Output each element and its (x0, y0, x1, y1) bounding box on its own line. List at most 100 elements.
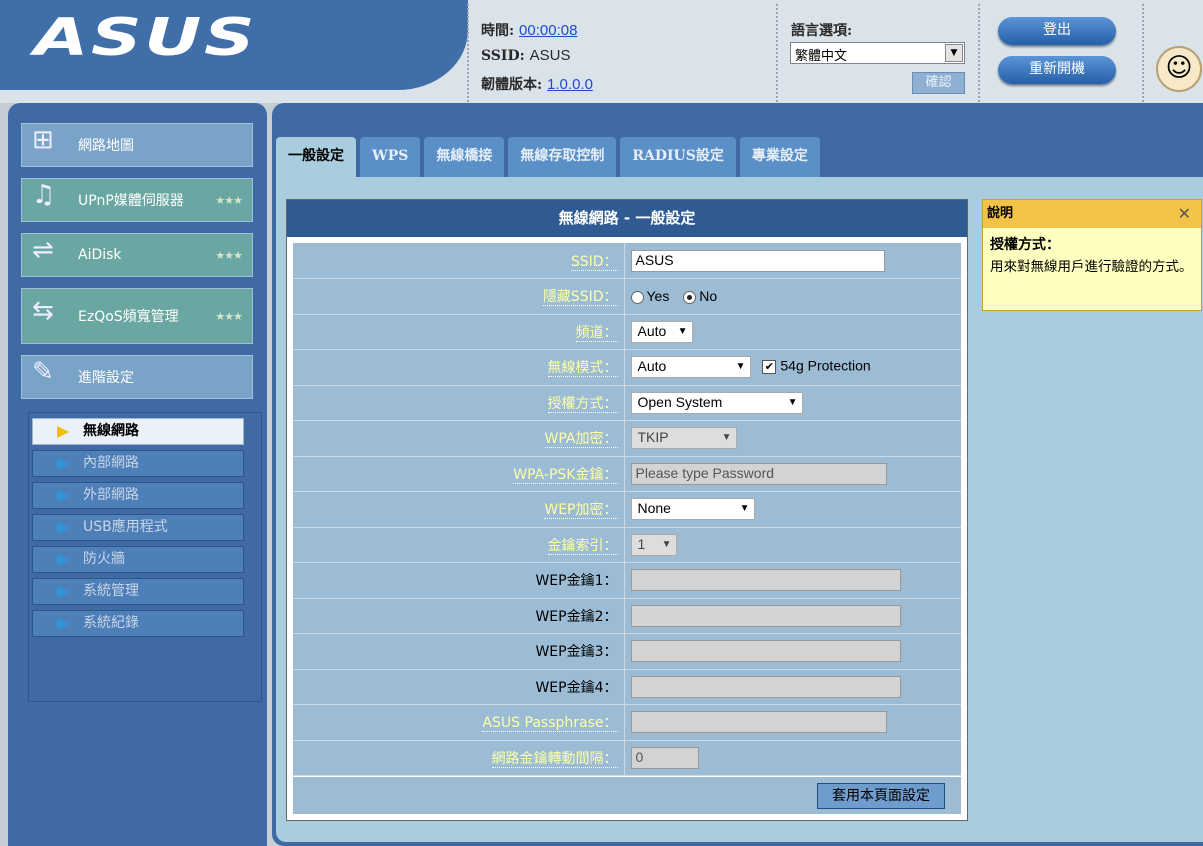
star-rating-icon: ★★★ (215, 309, 243, 323)
passphrase-input[interactable] (630, 711, 887, 734)
divider (776, 4, 778, 102)
key-rotation-input[interactable]: 0 (630, 746, 699, 769)
submenu-label: 內部網路 (83, 455, 139, 471)
submenu-item-wireless[interactable]: 無線網路 (32, 418, 244, 445)
wep-key3-input[interactable] (630, 640, 901, 663)
star-rating-icon: ★★★ (215, 193, 243, 207)
sidebar-item-label: AiDisk (78, 247, 122, 263)
submenu-item-wan[interactable]: 外部網路 (32, 482, 244, 509)
form-row: WEP金鑰2： (293, 598, 961, 634)
language-label: 語言選項: (791, 23, 853, 39)
triangle-right-icon (57, 618, 69, 630)
hide-ssid-no-radio[interactable] (683, 291, 697, 305)
submenu-item-log[interactable]: 系統紀錄 (32, 610, 244, 637)
tab-wps[interactable]: WPS (360, 137, 421, 177)
form-row: 網路金鑰轉動間隔： 0 (293, 740, 961, 776)
wpa-encryption-select[interactable]: TKIP ▼ (630, 427, 737, 450)
time-value[interactable]: 00:00:08 (519, 22, 577, 39)
sidebar-item-label: 網路地圖 (78, 138, 134, 154)
key-index-value: 1 (637, 535, 646, 552)
triangle-right-icon (57, 490, 69, 502)
hide-ssid-yes-label: Yes (646, 288, 670, 305)
channel-select[interactable]: Auto ▼ (630, 320, 693, 343)
passphrase-label[interactable]: ASUS Passphrase： (482, 715, 618, 733)
ssid-label[interactable]: SSID： (570, 253, 618, 271)
wireless-mode-select[interactable]: Auto ▼ (630, 356, 751, 379)
firmware-value[interactable]: 1.0.0.0 (547, 76, 593, 93)
wep-key4-input[interactable] (630, 675, 901, 698)
sidebar-item-label: EzQoS頻寬管理 (78, 309, 179, 325)
form-row: 金鑰索引： 1 ▼ (293, 527, 961, 563)
reboot-button[interactable]: 重新開機 (998, 56, 1116, 84)
advanced-submenu: 無線網路 內部網路 外部網路 USB應用程式 防火牆 系統管理 系統紀錄 (28, 412, 262, 702)
firmware-label: 韌體版本: (481, 77, 543, 93)
main-area: 一般設定 WPS 無線橋接 無線存取控制 RADIUS設定 專業設定 無線網路 … (272, 103, 1203, 846)
wep-key1-label: WEP金鑰1： (535, 573, 618, 590)
hide-ssid-no-label: No (699, 288, 718, 305)
form-row: WEP金鑰4： (293, 669, 961, 705)
tab-radius[interactable]: RADIUS設定 (620, 137, 736, 177)
hide-ssid-label[interactable]: 隱藏SSID： (542, 289, 618, 307)
language-confirm-button[interactable]: 確認 (912, 72, 965, 94)
apply-row: 套用本頁面設定 (293, 777, 961, 814)
wep-key1-input[interactable] (630, 569, 901, 592)
submenu-label: 外部網路 (83, 487, 139, 503)
sidebar-item-advanced[interactable]: ✎ 進階設定 (21, 355, 253, 399)
key-rotation-label[interactable]: 網路金鑰轉動間隔： (491, 750, 618, 768)
wep-key2-input[interactable] (630, 604, 901, 627)
help-body: 授權方式： 用來對無線用戶進行驗證的方式。 (983, 228, 1201, 284)
asus-logo: ASUS (34, 8, 258, 68)
form-row: WPA-PSK金鑰： Please type Password (293, 456, 961, 492)
wep-encryption-select[interactable]: None ▼ (630, 498, 755, 521)
form-row: SSID： ASUS (293, 243, 961, 279)
submenu-item-lan[interactable]: 內部網路 (32, 450, 244, 477)
form-row: WEP加密： None ▼ (293, 491, 961, 528)
panel-title: 無線網路 - 一般設定 (287, 200, 967, 237)
wpa-encryption-label[interactable]: WPA加密： (544, 431, 618, 449)
divider (467, 4, 469, 102)
sidebar-item-upnp[interactable]: ♫ UPnP媒體伺服器 ★★★ (21, 178, 253, 222)
key-index-label[interactable]: 金鑰索引： (547, 537, 618, 555)
wep-encryption-label[interactable]: WEP加密： (544, 502, 618, 520)
submenu-item-firewall[interactable]: 防火牆 (32, 546, 244, 573)
network-map-icon: ⊞ (32, 125, 54, 155)
wpa-psk-input[interactable]: Please type Password (630, 462, 887, 485)
divider (1142, 4, 1144, 102)
close-icon[interactable]: ✕ (1178, 200, 1191, 228)
tab-access-control[interactable]: 無線存取控制 (508, 137, 617, 177)
submenu-label: 系統管理 (83, 583, 139, 599)
auth-method-select[interactable]: Open System ▼ (630, 391, 803, 414)
key-index-select[interactable]: 1 ▼ (630, 533, 677, 556)
submenu-label: USB應用程式 (83, 519, 168, 535)
ssid-input[interactable]: ASUS (630, 249, 885, 272)
help-heading: 授權方式： (990, 237, 1060, 253)
auth-method-label[interactable]: 授權方式： (547, 395, 618, 413)
wireless-mode-label[interactable]: 無線模式： (547, 360, 618, 378)
ssid-value: ASUS (529, 47, 571, 64)
submenu-item-usb[interactable]: USB應用程式 (32, 514, 244, 541)
protection-checkbox[interactable]: ✔ (762, 360, 777, 375)
tab-professional[interactable]: 專業設定 (739, 137, 820, 177)
sidebar-item-label: 進階設定 (78, 370, 134, 386)
sidebar-item-network-map[interactable]: ⊞ 網路地圖 (21, 123, 253, 167)
form-row: 授權方式： Open System ▼ (293, 385, 961, 421)
wep-key2-label: WEP金鑰2： (535, 608, 618, 625)
tab-bridge[interactable]: 無線橋接 (424, 137, 505, 177)
wep-key4-label: WEP金鑰4： (535, 679, 618, 696)
apply-button[interactable]: 套用本頁面設定 (817, 783, 945, 809)
sidebar-item-aidisk[interactable]: ⇌ AiDisk ★★★ (21, 233, 253, 277)
tab-general[interactable]: 一般設定 (276, 137, 356, 177)
triangle-right-icon (57, 586, 69, 598)
language-select[interactable]: 繁體中文 ▼ (790, 42, 965, 64)
help-title: 說明 (987, 206, 1014, 221)
dropdown-arrow-icon: ▼ (721, 432, 732, 444)
channel-label[interactable]: 頻道： (575, 324, 618, 342)
wireless-mode-value: Auto (637, 358, 667, 375)
help-text: 用來對無線用戶進行驗證的方式。 (990, 259, 1193, 275)
submenu-label: 系統紀錄 (83, 615, 139, 631)
hide-ssid-yes-radio[interactable] (630, 291, 644, 305)
logout-button[interactable]: 登出 (998, 17, 1116, 45)
wpa-psk-label[interactable]: WPA-PSK金鑰： (513, 466, 618, 484)
submenu-item-admin[interactable]: 系統管理 (32, 578, 244, 605)
sidebar-item-ezqos[interactable]: ⇆ EzQoS頻寬管理 ★★★ (21, 288, 253, 344)
